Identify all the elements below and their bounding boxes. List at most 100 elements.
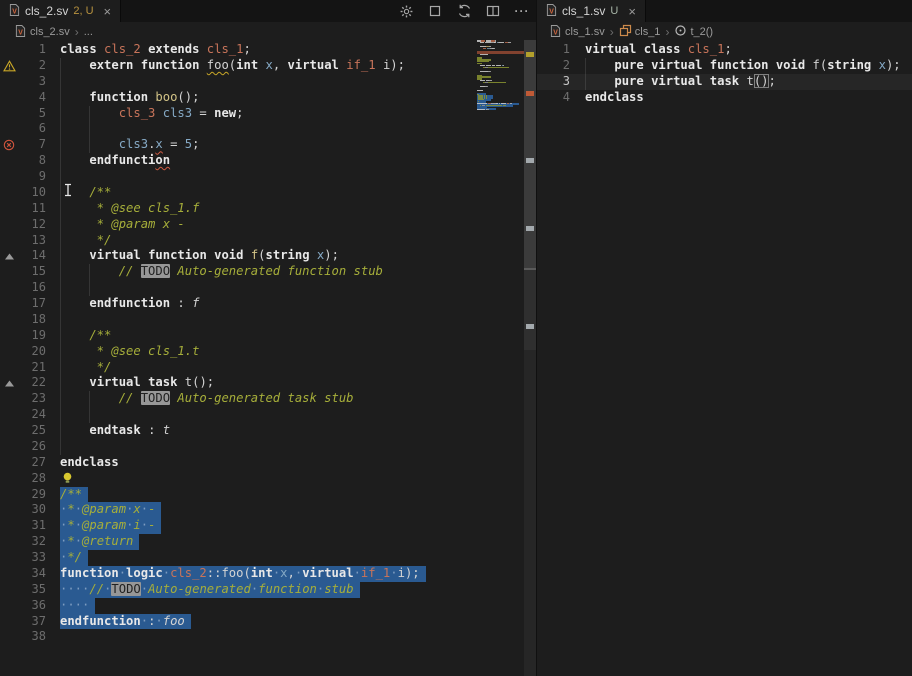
tab-cls-2-sv[interactable]: V cls_2.sv 2, U × xyxy=(0,0,121,22)
code-line-2[interactable]: 2 extern function foo(int x, virtual if_… xyxy=(0,58,477,74)
code-line-4[interactable]: 4 function boo(); xyxy=(0,90,477,106)
code-line-11[interactable]: 11 * @see cls_1.f xyxy=(0,201,477,217)
token xyxy=(155,106,162,120)
tab-badge-problems-git: 2, U xyxy=(73,5,93,17)
code-line-9[interactable]: 9 xyxy=(0,169,477,185)
code-line-28[interactable]: 28 xyxy=(0,471,477,487)
code-line-15[interactable]: 15 // TODO Auto-generated function stub xyxy=(0,264,477,280)
token xyxy=(585,58,614,72)
close-icon[interactable]: × xyxy=(102,4,114,19)
breadcrumb-rest[interactable]: ... xyxy=(84,26,93,38)
code-line-14[interactable]: 14 virtual function void f(string x); xyxy=(0,248,477,264)
code-line-25[interactable]: 25 endtask : t xyxy=(0,423,477,439)
token: ); xyxy=(886,58,901,72)
line-number: 24 xyxy=(18,407,46,423)
line-number: 11 xyxy=(18,201,46,217)
code-line-38[interactable]: 38 xyxy=(0,629,477,645)
token: Auto-generated task stub xyxy=(170,391,353,405)
line-number: 23 xyxy=(18,391,46,407)
code-line-13[interactable]: 13 */ xyxy=(0,233,477,249)
tab-cls-1-sv[interactable]: V cls_1.sv U × xyxy=(537,0,646,22)
token: int xyxy=(251,566,273,580)
token: i); xyxy=(398,566,420,580)
code-line-29[interactable]: 29/** xyxy=(0,487,477,503)
code-line-18[interactable]: 18 xyxy=(0,312,477,328)
token xyxy=(199,42,206,56)
line-number: 34 xyxy=(18,566,46,582)
breadcrumb-left[interactable]: V cls_2.sv › ... xyxy=(0,22,536,42)
code-line-34[interactable]: 34function·logic·cls_2::foo(int·x,·virtu… xyxy=(0,566,477,582)
code-line-36[interactable]: 36···· xyxy=(0,598,477,614)
token: · xyxy=(141,502,148,516)
token: void xyxy=(214,248,243,262)
code-line-33[interactable]: 33·*/ xyxy=(0,550,477,566)
close-icon[interactable]: × xyxy=(626,4,638,19)
token: f xyxy=(192,296,199,310)
tabbar-right: V cls_1.sv U × xyxy=(537,0,912,22)
token xyxy=(636,42,643,56)
indent-guide xyxy=(60,217,61,233)
code-line-8[interactable]: 8 endfunction xyxy=(0,153,477,169)
token: · xyxy=(141,582,148,596)
code-line-16[interactable]: 16 xyxy=(0,280,477,296)
gear-icon[interactable] xyxy=(398,3,414,19)
token: endfunction xyxy=(60,614,141,628)
code-line-1[interactable]: 1class cls_2 extends cls_1; xyxy=(0,42,477,58)
token: x xyxy=(280,566,287,580)
code-line-19[interactable]: 19 /** xyxy=(0,328,477,344)
token: // xyxy=(89,582,104,596)
code-line-35[interactable]: 35····//·TODO·Auto-generated·function·st… xyxy=(0,582,477,598)
code-line-24[interactable]: 24 xyxy=(0,407,477,423)
sync-icon[interactable] xyxy=(456,3,472,19)
error-icon xyxy=(0,137,18,153)
code-line-17[interactable]: 17 endfunction : f xyxy=(0,296,477,312)
breadcrumb-file[interactable]: cls_1.sv xyxy=(565,26,605,38)
code-line-1[interactable]: 1virtual class cls_1; xyxy=(537,42,912,58)
code-line-30[interactable]: 30·*·@param·x·- xyxy=(0,502,477,518)
code-line-6[interactable]: 6 xyxy=(0,121,477,137)
code-line-3[interactable]: 3 xyxy=(0,74,477,90)
indent-guide xyxy=(89,106,90,122)
split-editor-icon[interactable] xyxy=(485,3,501,19)
line-number: 7 xyxy=(18,137,46,153)
code-line-20[interactable]: 20 * @see cls_1.t xyxy=(0,344,477,360)
code-line-5[interactable]: 5 cls_3 cls3 = new; xyxy=(0,106,477,122)
more-actions-icon[interactable]: ··· xyxy=(514,3,530,19)
code-line-4[interactable]: 4endclass xyxy=(537,90,912,106)
minimap[interactable] xyxy=(477,40,524,240)
overview-ruler-scrollbar[interactable] xyxy=(524,40,536,676)
scrollbar-slider[interactable] xyxy=(524,40,536,270)
code-line-3[interactable]: 3 pure virtual task t(); xyxy=(537,74,912,90)
token: endclass xyxy=(60,455,119,469)
square-icon[interactable] xyxy=(427,3,443,19)
line-number: 19 xyxy=(18,328,46,344)
token: function xyxy=(60,566,119,580)
code-line-23[interactable]: 23 // TODO Auto-generated task stub xyxy=(0,391,477,407)
code-line-21[interactable]: 21 */ xyxy=(0,360,477,376)
token: * xyxy=(67,502,74,516)
tab-badge-git-untracked: U xyxy=(610,5,618,17)
code-line-26[interactable]: 26 xyxy=(0,439,477,455)
token: function xyxy=(148,248,207,262)
breadcrumb-right[interactable]: V cls_1.sv › cls_1 › t_2() xyxy=(537,22,912,42)
line-number: 26 xyxy=(18,439,46,455)
code-line-10[interactable]: 10 /** xyxy=(0,185,477,201)
indent-guide xyxy=(60,169,61,185)
code-line-27[interactable]: 27endclass xyxy=(0,455,477,471)
code-line-32[interactable]: 32·*·@return xyxy=(0,534,477,550)
breadcrumb-file[interactable]: cls_2.sv xyxy=(30,26,70,38)
code-line-12[interactable]: 12 * @param x - xyxy=(0,217,477,233)
code-line-7[interactable]: 7 cls3.x = 5; xyxy=(0,137,477,153)
token xyxy=(60,90,89,104)
overview-ruler-mark xyxy=(526,52,534,57)
token xyxy=(805,58,812,72)
breadcrumb-class[interactable]: cls_1 xyxy=(619,24,661,40)
token: , xyxy=(288,566,295,580)
token: endfuncti xyxy=(89,153,155,167)
breadcrumb-method[interactable]: t_2() xyxy=(674,24,713,40)
code-line-2[interactable]: 2 pure virtual function void f(string x)… xyxy=(537,58,912,74)
code-line-22[interactable]: 22 virtual task t(); xyxy=(0,375,477,391)
code-line-31[interactable]: 31·*·@param·i·- xyxy=(0,518,477,534)
code-line-37[interactable]: 37endfunction·:·foo xyxy=(0,614,477,630)
line-number: 18 xyxy=(18,312,46,328)
